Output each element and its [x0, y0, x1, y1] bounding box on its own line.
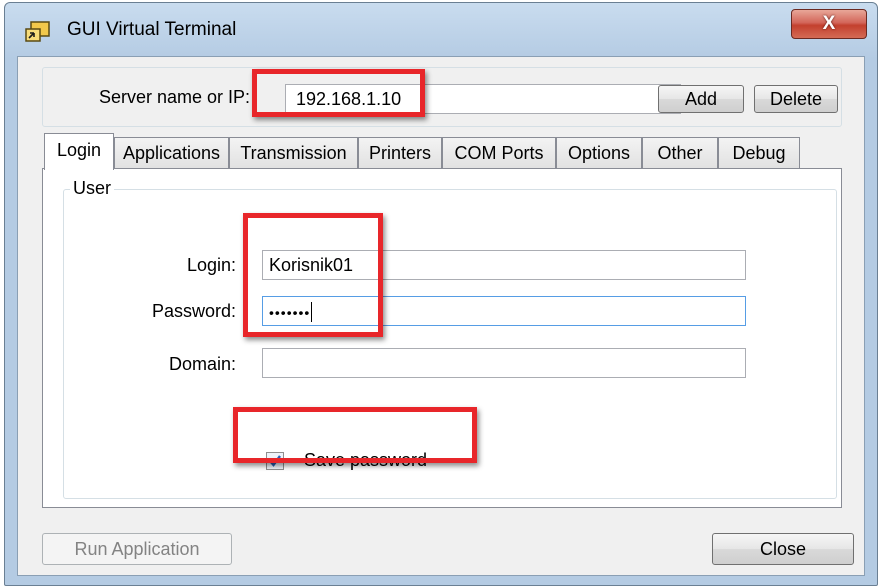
run-application-button[interactable]: Run Application [42, 533, 232, 565]
domain-label: Domain: [168, 354, 236, 374]
user-group-title: User [70, 178, 115, 199]
delete-button[interactable]: Delete [754, 85, 838, 113]
highlight-credentials [243, 213, 383, 337]
close-button[interactable]: Close [712, 533, 854, 565]
domain-field[interactable] [262, 348, 746, 378]
dialog-client-area: Server name or IP: 192.168.1.10 Add Dele… [17, 56, 865, 576]
tab-options[interactable]: Options [556, 137, 642, 169]
tab-other[interactable]: Other [642, 137, 718, 169]
terminal-app-icon [25, 21, 51, 43]
main-window: GUI Virtual Terminal X Server name or IP… [4, 2, 878, 586]
server-group: Server name or IP: 192.168.1.10 Add Dele… [42, 67, 842, 127]
server-label: Server name or IP: [99, 87, 251, 107]
tab-transmission[interactable]: Transmission [229, 137, 358, 169]
title-bar[interactable]: GUI Virtual Terminal X [5, 3, 877, 59]
password-label: Password: [151, 301, 236, 321]
highlight-server-ip [252, 69, 425, 117]
tab-login[interactable]: Login [44, 133, 114, 170]
add-button[interactable]: Add [658, 85, 744, 113]
tab-com-ports[interactable]: COM Ports [442, 137, 556, 169]
login-label: Login: [186, 255, 236, 275]
tab-applications[interactable]: Applications [114, 137, 229, 169]
window-close-button[interactable]: X [791, 9, 867, 39]
close-icon: X [822, 13, 836, 34]
window-title: GUI Virtual Terminal [67, 19, 237, 40]
tab-printers[interactable]: Printers [358, 137, 442, 169]
highlight-save-password [233, 407, 477, 463]
tab-debug[interactable]: Debug [718, 137, 800, 169]
